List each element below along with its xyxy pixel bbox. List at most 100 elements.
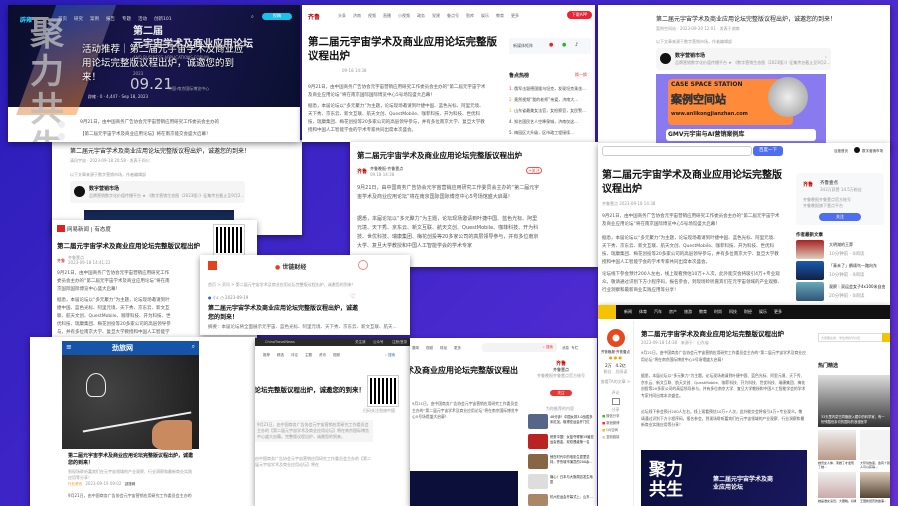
search-input[interactable]: ⌕ 搜索 bbox=[482, 343, 557, 352]
like-icon[interactable]: ♡ bbox=[350, 293, 355, 300]
body-text: 据悉，本届论坛以“多元聚力”为主题，论坛现场邀请到叶捷中国、蓝色光标、阿里元境、… bbox=[57, 298, 171, 341]
baidu-home-link[interactable]: 百度首页 bbox=[834, 149, 848, 154]
follow-button[interactable]: +关注 bbox=[526, 167, 542, 174]
search-link[interactable]: ⌕ 搜索 bbox=[385, 353, 395, 358]
case-title: CASE SPACE STATION bbox=[671, 81, 743, 88]
main-nav[interactable]: 推荐 精选 评论 主题 资讯 视频 bbox=[263, 353, 347, 358]
hot-thumb[interactable] bbox=[860, 430, 890, 460]
hot-thumb-caption: 她曾女人体，离婚了才发现了她... bbox=[818, 461, 855, 469]
share-icon[interactable] bbox=[58, 133, 65, 140]
copy-link[interactable]: ■ 复制链接 bbox=[602, 434, 633, 441]
like-icon[interactable] bbox=[58, 121, 65, 128]
top-link[interactable]: 关注我 bbox=[355, 340, 366, 345]
search-input[interactable]: 大家都在搜：学生党的平价包 bbox=[818, 333, 890, 342]
account-desc: 品牌营销数字化价值传播平台 ★ 《数字营销生态图（2023版）》征集传名截止至9… bbox=[675, 60, 831, 65]
forum-banner: 聚力共生 第二届元宇宙学术及商业应用论坛 bbox=[641, 450, 807, 506]
news-item[interactable]: 痛心！日本与大阪周边发生地震 bbox=[528, 474, 594, 494]
author-stats: 343万获赞 14.5万粉丝 bbox=[820, 187, 862, 192]
comment-label: 评论 bbox=[611, 390, 620, 395]
rank-item[interactable]: 5. 梅园区大升级，区市政工程接续... bbox=[509, 127, 591, 138]
news-item[interactable]: 杭州亚运会开幕式上，山东... bbox=[528, 494, 594, 506]
messages-link[interactable]: 消息 bbox=[562, 346, 569, 350]
article-item[interactable]: 观察｜双运会女子4x100米自由泳接力，杨浚瑄为山东夺...20分钟前 · 0阅… bbox=[796, 282, 886, 303]
breadcrumb[interactable]: 首页 > 资讯 > 第二届元宇宙学术及商业应用论坛完整版议程出炉，诚邀您的到来！ bbox=[208, 282, 356, 288]
top-link[interactable]: 公众号 bbox=[373, 340, 384, 345]
search-input[interactable] bbox=[602, 146, 752, 156]
summary-box: 9月21日，由中国商务广告协会元宇宙营销应用研究工作委员会主办的【第二届元宇宙学… bbox=[255, 420, 373, 442]
wechat-icon[interactable]: ● bbox=[562, 42, 566, 48]
user-icon[interactable] bbox=[358, 260, 368, 270]
author-name: 齐鲁壹点 bbox=[820, 181, 838, 186]
view-articles-link[interactable]: 查看TA的文章 > bbox=[598, 379, 633, 385]
weibo-icon[interactable]: ● bbox=[549, 42, 553, 48]
share-wechat[interactable]: ■ 微信分享 bbox=[602, 413, 633, 420]
hot-main-image[interactable]: 33天里内蒙古同胞嵌入藏中的科学家，有一份残酷但亲切的国际的浪漫医学 bbox=[818, 375, 890, 427]
account-card[interactable]: 数字营销市场 品牌营销数字化价值传播平台 ★ 《数字营销生态图（2023版）》征… bbox=[70, 181, 245, 203]
news-item[interactable]: 48分钟！中国女排3-0战胜多米尼加，取得亚运会开门红 bbox=[528, 414, 594, 434]
article-excerpt: 到现场聆听嘉宾们在元宇宙领域的产业观察、行业洞察和最新商业实践应用等分享！ bbox=[68, 469, 192, 480]
hot-rank-title: 鲁点热榜 bbox=[509, 73, 530, 79]
refresh-link[interactable]: 换一换 bbox=[575, 72, 587, 78]
follow-button[interactable]: 关注 bbox=[819, 213, 861, 221]
contribute-button[interactable]: 投稿 bbox=[262, 13, 292, 20]
rank-item[interactable]: 4. 知名国民艺人空降泉城，济南仅这... bbox=[509, 116, 591, 127]
site-logo[interactable]: 辟雍 bbox=[20, 15, 32, 24]
search-icon[interactable]: ⌕ bbox=[251, 14, 254, 20]
qr-caption: 扫码关注劲旅中国 bbox=[363, 408, 395, 413]
share-weibo[interactable]: ■ 新浪微博 bbox=[602, 420, 633, 427]
site-logo[interactable]: 劲旅网 bbox=[112, 343, 133, 353]
comment-icon[interactable] bbox=[611, 398, 620, 405]
search-icon[interactable]: ⌕ bbox=[192, 343, 195, 351]
rank-item[interactable]: 1. 俄军击毁德国援乌坦克，发现坦克乘坐... bbox=[509, 83, 591, 94]
author-name: 劲旅网 bbox=[124, 482, 136, 486]
news-item[interactable]: 他在时代中的电影生涯里坚持，齐鲁城市演员的200余... bbox=[528, 454, 594, 474]
user-avatar[interactable] bbox=[854, 147, 860, 153]
site-logo[interactable]: 齐鲁 bbox=[308, 12, 320, 21]
hot-thumb[interactable] bbox=[818, 430, 856, 460]
case-space-banner: CASE SPACE STATION 案例空间站 www.anlikongjia… bbox=[656, 74, 826, 150]
account-card[interactable]: 数字营销市场 品牌营销数字化价值传播平台 ★ 《数字营销生态图（2023版）》征… bbox=[656, 48, 831, 70]
top-nav[interactable]: 首页 研究 案例 报告 专题 活动 创新101 bbox=[58, 16, 179, 22]
source-note: 以下文章来源于数字营销市场，作者编辑部 bbox=[70, 172, 146, 177]
follow-button[interactable]: 关注 bbox=[550, 390, 572, 396]
category-nav[interactable]: 新闻 体育 汽车 房产 旅游 教育 时尚 科技 财经 娱乐 更多 bbox=[624, 309, 789, 315]
author-logo bbox=[606, 329, 625, 347]
article-item[interactable]: 大明湖的王莽 10分钟前 · 0阅读 bbox=[796, 240, 886, 261]
recommend-title: 为你推荐的内容 bbox=[546, 406, 574, 411]
chevron-right-icon: › bbox=[824, 54, 827, 61]
wechat-article-screenshot: 第二届元宇宙学术及商业应用论坛完整版议程出炉，诚邀您的到来！ 案例空间站 · 2… bbox=[598, 5, 890, 150]
rank-item[interactable]: 3. 山东省最美女法官，女检察官，女民警... bbox=[509, 105, 591, 116]
search-button[interactable] bbox=[882, 333, 890, 342]
top-link[interactable]: 注册/登录 bbox=[392, 340, 407, 345]
top-nav[interactable]: 要闻 视频 财经 更多 bbox=[412, 346, 468, 351]
baidu-search-button[interactable]: 百度一下 bbox=[753, 146, 783, 156]
menu-icon[interactable]: ≡ bbox=[66, 343, 72, 351]
site-logo[interactable]: 网易新闻 bbox=[67, 227, 89, 233]
hot-thumb[interactable] bbox=[860, 472, 890, 498]
top-bar: ChinaTravelNews 关注我 公众号 注册/登录 bbox=[255, 338, 413, 346]
qilu-mobile-article-screenshot: 第二届元宇宙学术及商业应用论坛完整版议程出炉 齐鲁 齐鲁晚报·齐鲁壹点 09.1… bbox=[350, 142, 598, 267]
download-app-button[interactable]: 下载APP bbox=[567, 11, 592, 19]
banner-place: 中国·南京国际博览中心 bbox=[168, 86, 210, 91]
shilian-article-screenshot: ● 世链财经 首页 > 资讯 > 第二届元宇宙学术及商业应用论坛完整版议程出炉，… bbox=[200, 255, 410, 335]
douyin-icon[interactable]: ♪ bbox=[575, 42, 578, 48]
site-logo[interactable]: ● 世链财经 bbox=[275, 262, 306, 271]
rank-item[interactable]: 2. 竟然视频“我的老师”亲爱，济南大... bbox=[509, 94, 591, 105]
top-nav[interactable]: 头条 济南 视频 直播 小视频 政务 党建 鲁点号 智库 娱乐 教育 更多 bbox=[338, 13, 526, 19]
article-title: 第二届元宇宙学术及商业应用论坛完整版议程出炉，诚邀您的到来！ bbox=[656, 16, 837, 23]
author-logo: 齐鲁 bbox=[555, 361, 566, 367]
menu-logo-icon[interactable] bbox=[208, 261, 217, 270]
body-text: 9月21日，由中国商务广告协会元宇宙营销应用研究工作委员会主办的“第二届元宇宙学… bbox=[412, 401, 519, 419]
site-logo[interactable] bbox=[598, 305, 616, 319]
author-logo: 齐鲁 bbox=[803, 182, 814, 188]
column-link[interactable]: 专栏 bbox=[571, 346, 578, 350]
share-qzone[interactable]: ■ QQ空间 bbox=[602, 427, 633, 434]
chinatravelnews-article-screenshot: ChinaTravelNews 关注我 公众号 注册/登录 推荐 精选 评论 主题 资讯… bbox=[255, 338, 413, 506]
article-title: 第二届元宇宙学术及商业应用论坛完整版议程出炉 bbox=[57, 242, 200, 250]
author-desc: 齐鲁晚报旗下壹点平台 bbox=[803, 203, 843, 208]
article-title: 第二届元宇宙学术及商业应用论坛完整版议程出炉 bbox=[641, 330, 784, 338]
news-item[interactable]: 祝贺中国！女篮夺得第19届亚运会首金，双双晋级第一名 bbox=[528, 434, 594, 454]
article-item[interactable]: 「青未了」鹊颂鸟一路向东 10分钟前 · 0阅读 bbox=[796, 261, 886, 282]
hot-thumb[interactable] bbox=[818, 472, 856, 498]
user-name[interactable]: 数字营销市场 bbox=[862, 149, 883, 154]
